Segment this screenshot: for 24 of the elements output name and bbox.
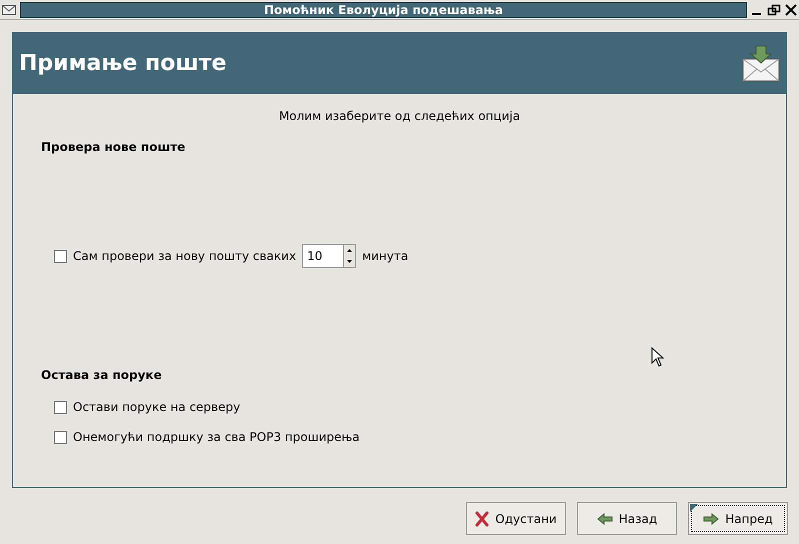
close-icon[interactable] [785, 4, 797, 16]
wizard-button[interactable]: Одустани [466, 502, 566, 535]
maximize-icon[interactable] [767, 4, 781, 16]
checkbox[interactable] [54, 250, 67, 262]
wizard-button[interactable]: Назад [577, 502, 677, 535]
wizard-button[interactable]: Напред [688, 502, 788, 535]
checkbox[interactable] [54, 400, 67, 414]
number-spinner[interactable]: 10 [302, 244, 356, 268]
checkbox-label[interactable]: Остави поруке на серверу [73, 398, 240, 416]
envelope-icon[interactable] [2, 4, 16, 16]
page-title: Примање поште [19, 50, 226, 78]
right-arrow-icon [703, 512, 720, 524]
instruction-text: Молим изаберите од следећих опција [278, 108, 522, 125]
checkbox-label[interactable]: Онемогући подршку за сва POP3 проширења [73, 428, 360, 446]
section-heading: Провера нове поште [41, 139, 186, 156]
unit-label: минута [362, 248, 408, 265]
cross-icon [475, 510, 490, 526]
section-heading: Остава за поруке [41, 367, 163, 384]
mouse-pointer-icon [651, 347, 664, 367]
checkbox-label[interactable]: Сам провери за нову пошту сваких [73, 247, 296, 265]
checkbox[interactable] [54, 430, 67, 444]
window-title: Помоћник Еволуција подешавања [20, 2, 747, 18]
left-arrow-icon [596, 512, 613, 524]
mail-download-icon [742, 44, 780, 82]
